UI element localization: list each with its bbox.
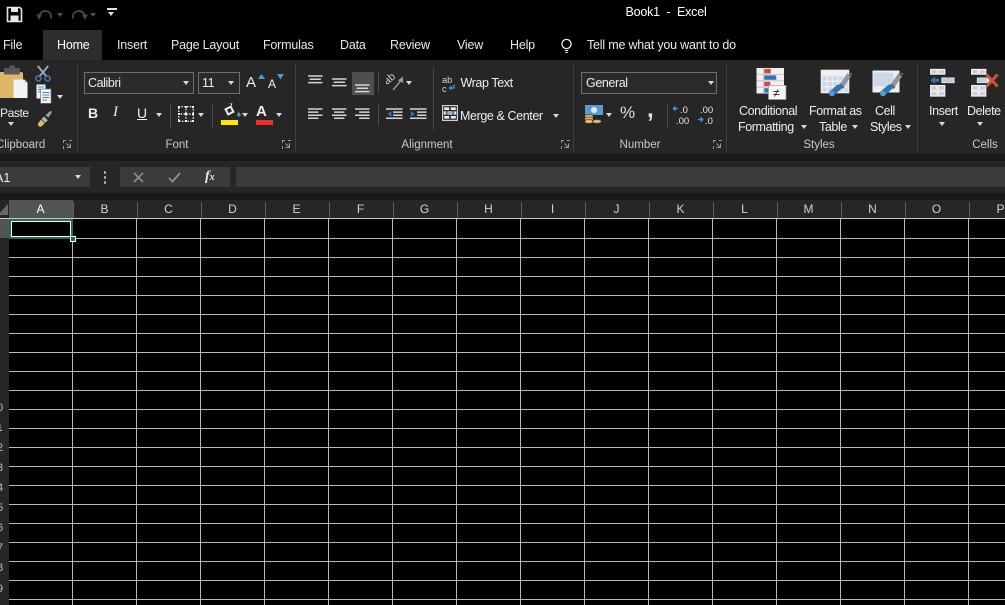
svg-text:.00: .00: [700, 105, 713, 116]
svg-text:.0: .0: [705, 116, 713, 126]
svg-text:c: c: [442, 84, 447, 93]
svg-text:.00: .00: [676, 116, 689, 126]
svg-text:≠: ≠: [773, 86, 780, 100]
svg-text:.0: .0: [680, 105, 688, 116]
svg-text:ab: ab: [386, 71, 398, 87]
